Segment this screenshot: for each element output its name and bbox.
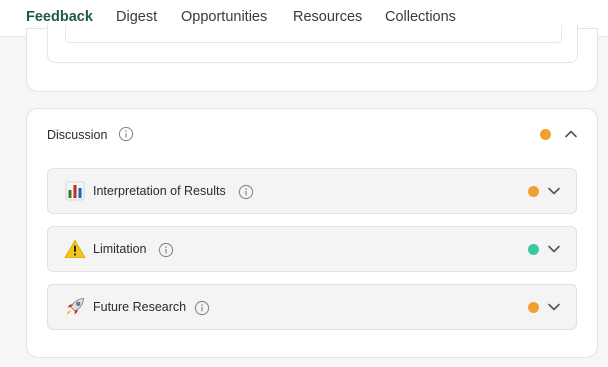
discussion-section: Discussion Interpretation of Results Lim… <box>26 108 598 358</box>
rocket-icon <box>64 297 86 317</box>
chevron-up-icon[interactable] <box>564 127 578 141</box>
info-icon[interactable] <box>194 300 210 316</box>
previous-section-field[interactable] <box>65 25 562 43</box>
status-dot <box>528 244 539 255</box>
list-item-future-research[interactable]: Future Research <box>47 284 577 330</box>
info-icon[interactable] <box>158 242 174 258</box>
chevron-down-icon[interactable] <box>547 300 561 314</box>
bar-chart-icon <box>64 181 86 201</box>
previous-section-card <box>26 25 598 92</box>
chevron-down-icon[interactable] <box>547 242 561 256</box>
status-dot <box>528 186 539 197</box>
section-title: Discussion <box>47 128 108 142</box>
info-icon[interactable] <box>118 126 134 142</box>
tab-digest[interactable]: Digest <box>116 9 157 25</box>
status-dot <box>528 302 539 313</box>
previous-section-inner <box>47 25 578 63</box>
list-item-interpretation-of-results[interactable]: Interpretation of Results <box>47 168 577 214</box>
warning-icon <box>64 239 86 259</box>
section-status-dot <box>540 129 551 140</box>
tab-collections[interactable]: Collections <box>385 9 456 25</box>
tab-resources[interactable]: Resources <box>293 9 362 25</box>
info-icon[interactable] <box>238 184 254 200</box>
list-item-limitation[interactable]: Limitation <box>47 226 577 272</box>
list-item-label: Limitation <box>93 242 147 256</box>
chevron-down-icon[interactable] <box>547 184 561 198</box>
tab-feedback[interactable]: Feedback <box>26 9 93 25</box>
list-item-label: Future Research <box>93 300 187 314</box>
tab-opportunities[interactable]: Opportunities <box>181 9 267 25</box>
list-item-label: Interpretation of Results <box>93 184 226 198</box>
